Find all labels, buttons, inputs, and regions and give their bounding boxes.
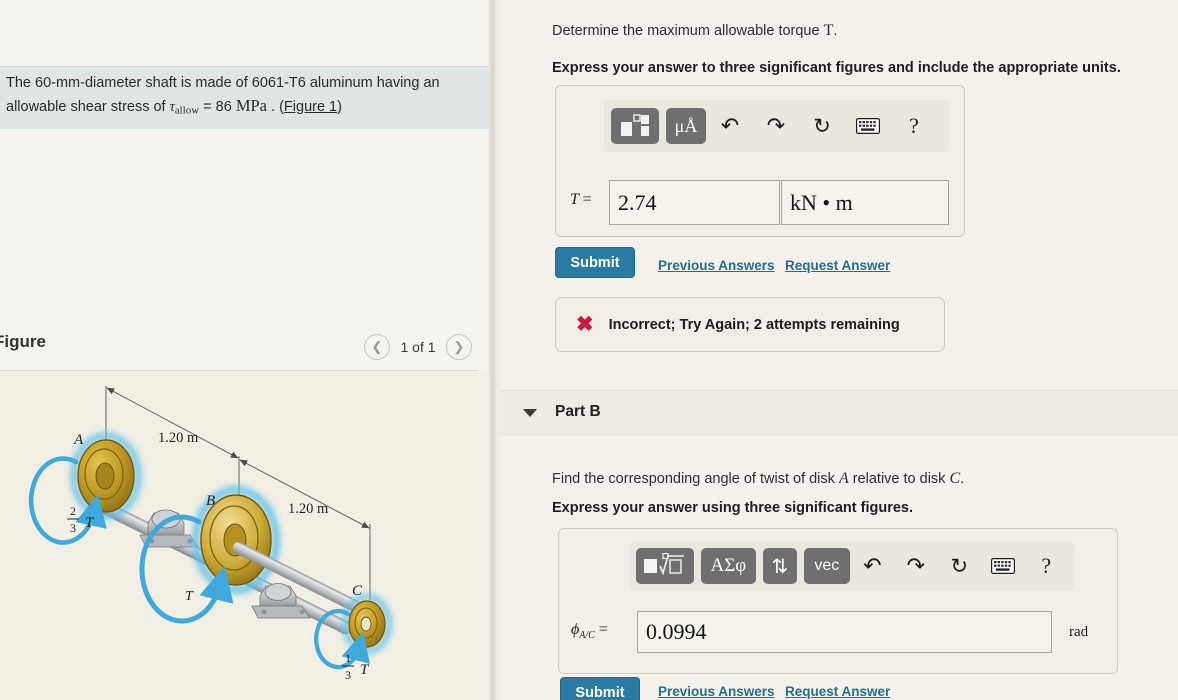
- undo-button[interactable]: ↶: [857, 549, 888, 583]
- part-a-request-answer-link[interactable]: Request Answer: [785, 258, 890, 273]
- part-a-units-input[interactable]: kN • m: [781, 180, 949, 225]
- left-panel: The 60-mm-diameter shaft is made of 6061…: [0, 0, 490, 700]
- part-a-feedback: ✖ Incorrect; Try Again; 2 attempts remai…: [555, 297, 945, 352]
- label-disk-b: B: [206, 493, 215, 509]
- chevron-left-icon[interactable]: ❮: [364, 334, 390, 360]
- part-b-prompt-var-1: A: [838, 470, 849, 487]
- part-b-instruction: Express your answer using three signific…: [552, 500, 913, 516]
- part-b-previous-answers-link[interactable]: Previous Answers: [658, 684, 775, 699]
- part-a-prompt-variable: T: [823, 22, 834, 39]
- figure-title: Figure: [0, 332, 46, 351]
- torque-c-numerator: 1: [345, 651, 351, 665]
- keyboard-button[interactable]: [987, 549, 1018, 583]
- part-b-field-equals: =: [598, 621, 608, 638]
- torque-a-numerator: 2: [70, 504, 76, 518]
- chevron-right-icon[interactable]: ❯: [446, 334, 472, 360]
- greek-button[interactable]: ΑΣφ: [701, 548, 756, 584]
- part-a-instruction: Express your answer to three significant…: [552, 60, 1121, 76]
- tau-unit: MPa: [235, 95, 267, 115]
- part-b-prompt-text-1: Find the corresponding angle of twist of…: [552, 471, 839, 487]
- panel-divider: [489, 0, 500, 700]
- template-icon: [621, 114, 649, 136]
- part-a-toolbar: μÅ ↶ ↷ ↻ ?: [604, 100, 949, 152]
- undo-button[interactable]: ↶: [713, 109, 747, 143]
- part-b-prompt-end: .: [960, 471, 965, 487]
- part-a-feedback-text: Incorrect; Try Again; 2 attempts remaini…: [608, 316, 900, 333]
- keyboard-button[interactable]: [851, 109, 885, 143]
- redo-button[interactable]: ↷: [759, 109, 793, 143]
- radical-template-icon: [644, 553, 684, 576]
- part-a-submit-button[interactable]: Submit: [555, 247, 635, 278]
- part-b-prompt: Find the corresponding angle of twist of…: [552, 470, 964, 488]
- part-a-previous-answers-link[interactable]: Previous Answers: [658, 258, 775, 273]
- arrows-button[interactable]: ⇅: [762, 548, 798, 584]
- figure-page-count: 1 of 1: [400, 339, 436, 355]
- label-disk-c: C: [352, 583, 363, 599]
- label-dimension-ab: 1.20 m: [158, 430, 199, 446]
- help-button[interactable]: ?: [1031, 549, 1062, 583]
- part-a-field-symbol: T: [570, 191, 579, 208]
- template-button[interactable]: [611, 108, 659, 144]
- problem-close-paren: ): [337, 98, 342, 115]
- part-b-submit-button[interactable]: Submit: [560, 677, 640, 700]
- cross-icon: ✖: [576, 313, 594, 336]
- figure-divider: [0, 370, 478, 371]
- keyboard-icon: [856, 118, 880, 134]
- torque-c-denominator: 3: [345, 668, 351, 682]
- figure-diagram[interactable]: A B C 1.20 m 1.20 m 2 3 T T 1 3 T: [0, 372, 490, 700]
- part-a-prompt-end: .: [833, 23, 838, 39]
- part-b-request-answer-link[interactable]: Request Answer: [785, 684, 890, 699]
- label-torque-b: T: [185, 589, 194, 604]
- part-b-toolbar: ΑΣφ ⇅ vec ↶ ↷ ↻ ?: [629, 541, 1074, 591]
- part-b-units-label: rad: [1069, 624, 1089, 640]
- units-button[interactable]: μÅ: [666, 108, 706, 144]
- torque-a-denominator: 3: [70, 521, 76, 535]
- part-b-value-input[interactable]: 0.0994: [637, 611, 1052, 653]
- label-dimension-bc: 1.20 m: [288, 501, 329, 517]
- template-radical-button[interactable]: [636, 548, 694, 584]
- problem-statement-text: The 60-mm-diameter shaft is made of 6061…: [6, 73, 478, 119]
- part-a-value-input[interactable]: 2.74: [609, 180, 780, 225]
- part-a-answer-box: μÅ ↶ ↷ ↻ ? T = 2.74 kN • m: [555, 85, 965, 237]
- figure-header: Figure ❮ 1 of 1 ❯: [0, 318, 490, 374]
- problem-period: . (: [267, 98, 284, 115]
- part-b-prompt-text-2: relative to disk: [848, 471, 950, 487]
- part-b-field-label: ϕA/C =: [571, 621, 608, 641]
- label-disk-a: A: [73, 432, 84, 448]
- part-b-prompt-var-2: C: [949, 470, 961, 487]
- part-b-field-subscript: A/C: [579, 630, 595, 642]
- reset-button[interactable]: ↻: [805, 109, 839, 143]
- figure-1-link[interactable]: Figure 1: [284, 99, 337, 115]
- part-b-title: Part B: [555, 403, 601, 420]
- part-b-answer-box: ΑΣφ ⇅ vec ↶ ↷ ↻ ? ϕA/C = 0.0994 rad: [558, 528, 1118, 674]
- tau-value: = 86: [199, 98, 236, 115]
- tau-subscript: allow: [174, 104, 200, 116]
- keyboard-icon: [990, 558, 1015, 574]
- reset-button[interactable]: ↻: [944, 549, 975, 583]
- problem-statement: The 60-mm-diameter shaft is made of 6061…: [0, 66, 490, 129]
- part-a-field-equals: =: [582, 191, 592, 208]
- vector-button[interactable]: vec: [804, 548, 850, 584]
- figure-navigation: ❮ 1 of 1 ❯: [364, 334, 472, 360]
- caret-down-icon[interactable]: [523, 409, 537, 417]
- help-button[interactable]: ?: [897, 109, 931, 143]
- part-a-field-label: T =: [570, 191, 592, 209]
- part-b-header[interactable]: Part B: [500, 390, 1178, 436]
- part-a-prompt-text: Determine the maximum allowable torque: [552, 23, 824, 39]
- redo-button[interactable]: ↷: [900, 549, 931, 583]
- page-root: The 60-mm-diameter shaft is made of 6061…: [0, 0, 1178, 700]
- part-a-prompt: Determine the maximum allowable torque T…: [552, 22, 837, 40]
